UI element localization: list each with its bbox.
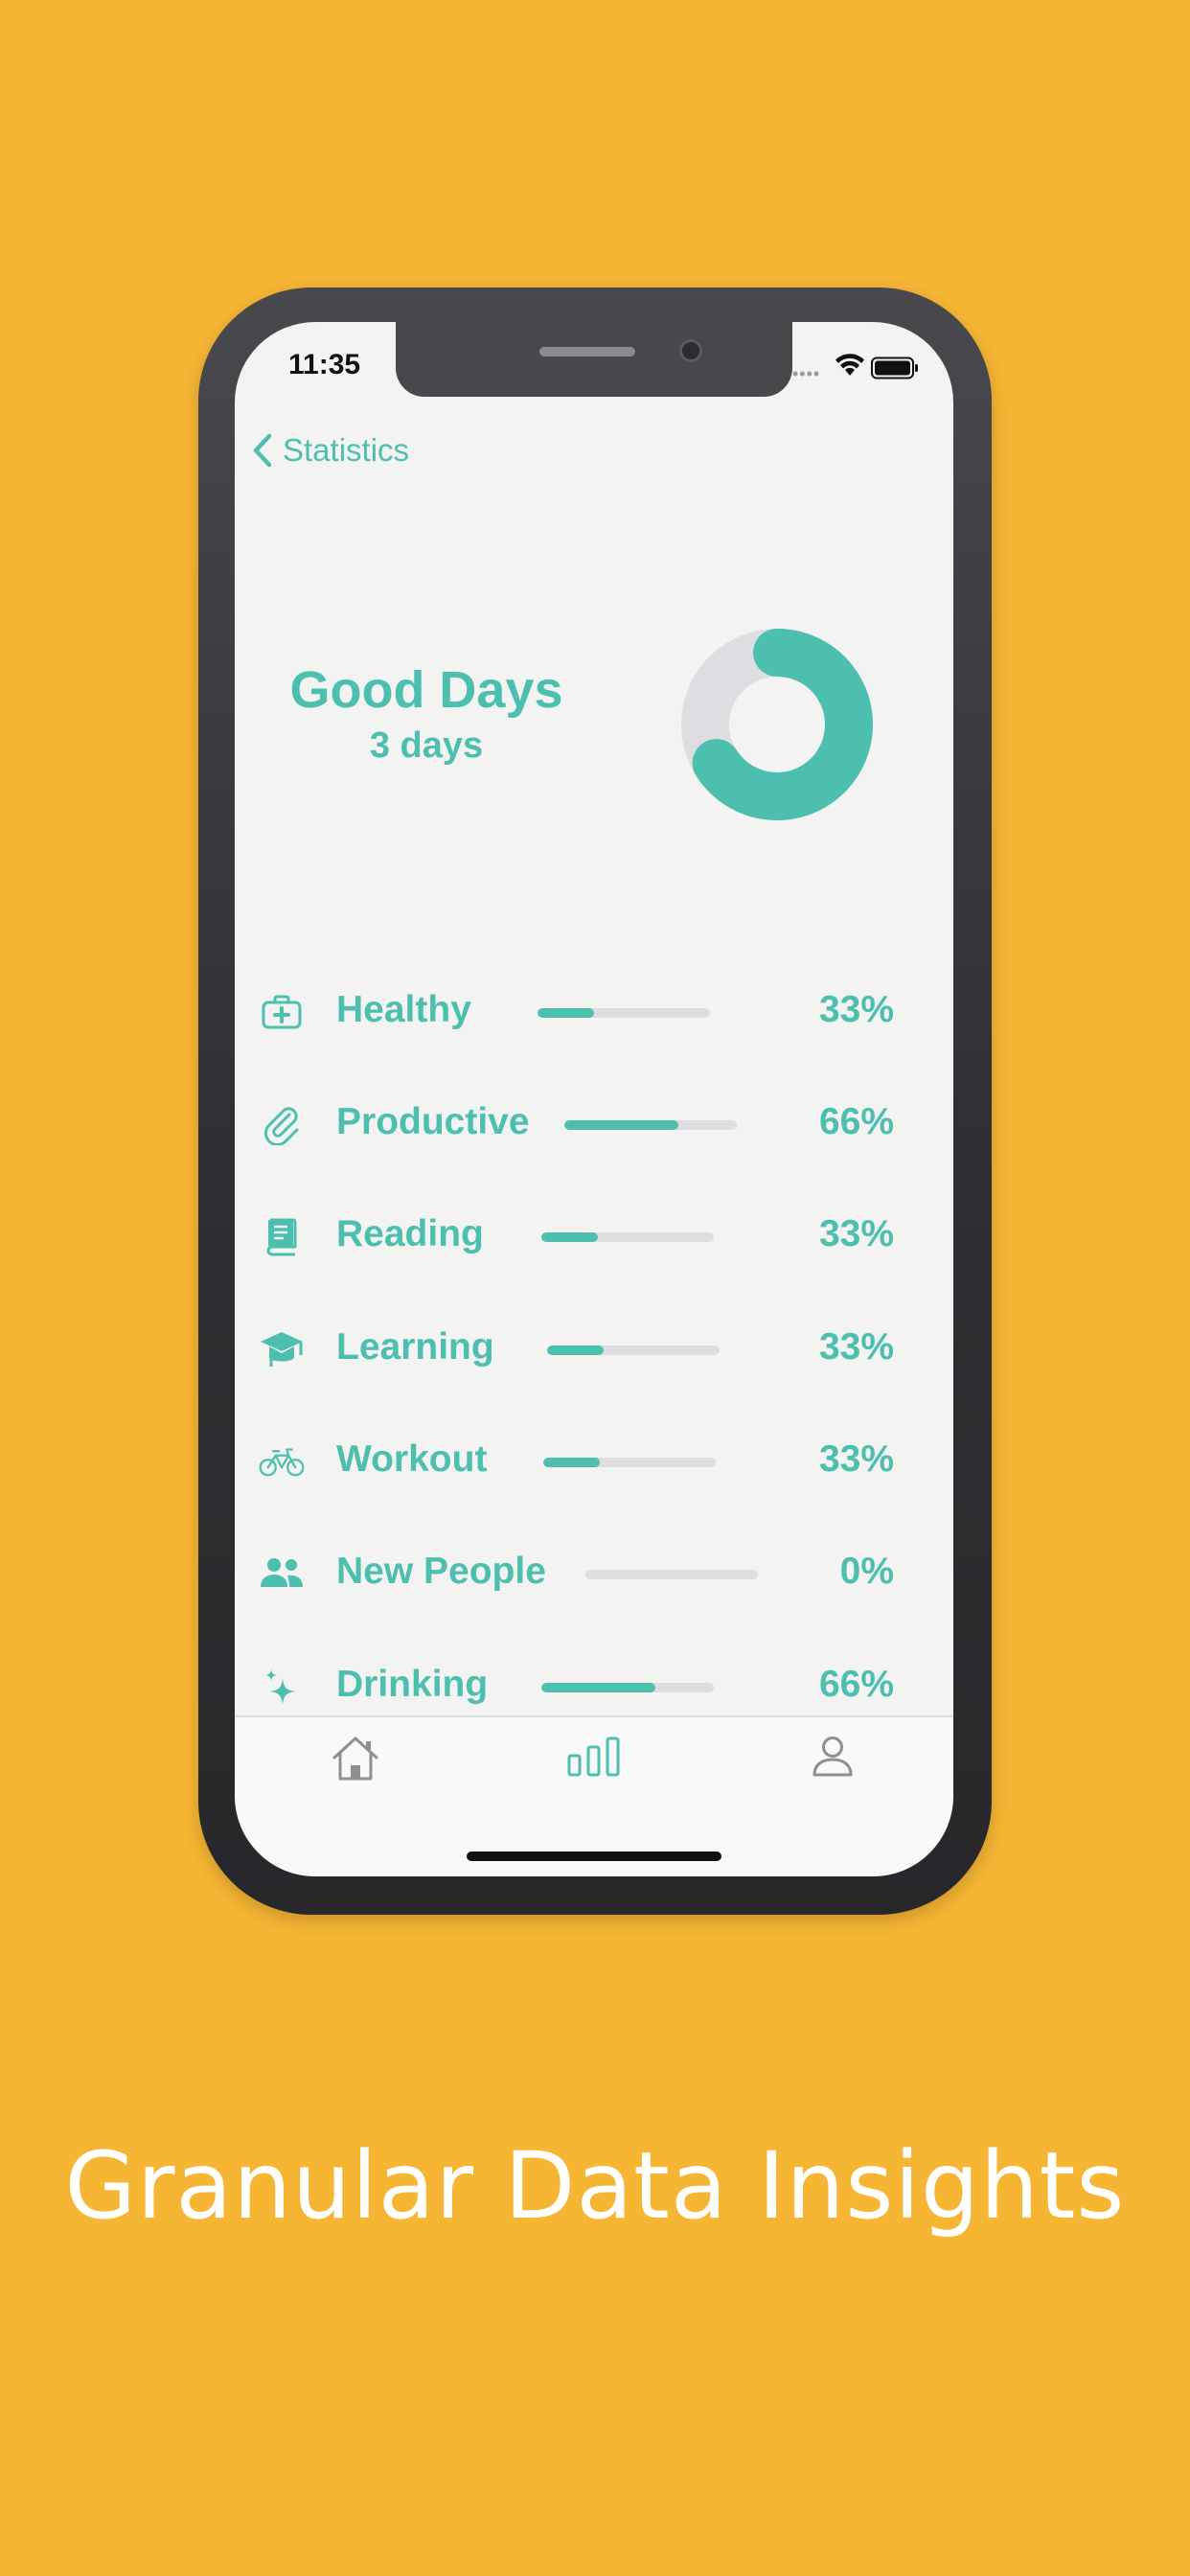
category-percent: 0% [839, 1551, 894, 1592]
graduation-cap-icon [258, 1328, 306, 1370]
category-progress-fill [547, 1346, 605, 1355]
category-label: Drinking [336, 1664, 489, 1705]
good-days-donut-chart [681, 629, 873, 820]
category-progress-fill [538, 1008, 595, 1018]
category-row-productive[interactable]: Productive 66% [235, 1086, 953, 1162]
category-label: Healthy [336, 989, 471, 1030]
category-progress-fill [543, 1458, 601, 1467]
summary-title: Good Days [289, 661, 563, 719]
cellular-signal-icon: •••• [792, 364, 821, 383]
category-progress-bar [564, 1120, 737, 1130]
first-aid-kit-icon [258, 991, 306, 1033]
tab-profile[interactable] [794, 1735, 871, 1792]
category-percent: 66% [818, 1664, 894, 1705]
people-icon [258, 1552, 306, 1595]
home-indicator [467, 1852, 721, 1861]
category-progress-bar [541, 1232, 714, 1242]
status-indicators: •••• [792, 349, 936, 383]
home-icon [332, 1736, 378, 1781]
category-percent: 33% [818, 1326, 894, 1368]
app-screen: 11:35 •••• Statistics Good Days 3 days H… [235, 322, 953, 1876]
marketing-caption: Granular Data Insights [64, 2132, 1126, 2240]
category-label: New People [336, 1551, 546, 1592]
paperclip-icon [258, 1103, 306, 1145]
category-percent: 66% [818, 1101, 894, 1142]
tab-statistics[interactable] [556, 1735, 632, 1792]
category-percent: 33% [818, 1438, 894, 1480]
front-camera [679, 339, 702, 362]
category-row-reading[interactable]: Reading 33% [235, 1198, 953, 1275]
category-row-drinking[interactable]: Drinking 66% [235, 1648, 953, 1725]
tab-home[interactable] [317, 1735, 394, 1792]
phone-frame: 11:35 •••• Statistics Good Days 3 days H… [198, 288, 992, 1915]
category-row-new-people[interactable]: New People 0% [235, 1535, 953, 1612]
category-progress-fill [541, 1683, 655, 1692]
category-row-workout[interactable]: Workout 33% [235, 1423, 953, 1500]
bar-chart-icon [567, 1736, 620, 1777]
good-days-summary: Good Days 3 days [273, 659, 580, 769]
category-progress-bar [585, 1570, 758, 1579]
category-percent: 33% [818, 989, 894, 1030]
category-progress-fill [564, 1120, 678, 1130]
wifi-icon [835, 354, 864, 376]
notch [396, 322, 792, 397]
category-label: Workout [336, 1438, 488, 1480]
speaker-grille [539, 347, 635, 356]
category-label: Reading [336, 1213, 484, 1254]
back-button-label: Statistics [283, 432, 410, 468]
book-icon [258, 1215, 306, 1257]
category-row-learning[interactable]: Learning 33% [235, 1311, 953, 1388]
category-label: Learning [336, 1326, 494, 1368]
status-time: 11:35 [288, 349, 361, 380]
category-progress-fill [541, 1232, 599, 1242]
sparkles-icon [258, 1666, 306, 1708]
category-label: Productive [336, 1101, 530, 1142]
bicycle-icon [258, 1440, 306, 1483]
category-progress-bar [547, 1346, 720, 1355]
category-progress-bar [538, 1008, 710, 1018]
category-progress-bar [543, 1458, 716, 1467]
person-icon [812, 1736, 853, 1777]
category-row-healthy[interactable]: Healthy 33% [235, 974, 953, 1050]
category-progress-bar [541, 1683, 714, 1692]
back-button[interactable]: Statistics [248, 422, 409, 479]
battery-icon [871, 356, 918, 380]
chevron-left-icon [253, 433, 272, 468]
category-percent: 33% [818, 1213, 894, 1254]
summary-subtitle: 3 days [369, 725, 484, 766]
